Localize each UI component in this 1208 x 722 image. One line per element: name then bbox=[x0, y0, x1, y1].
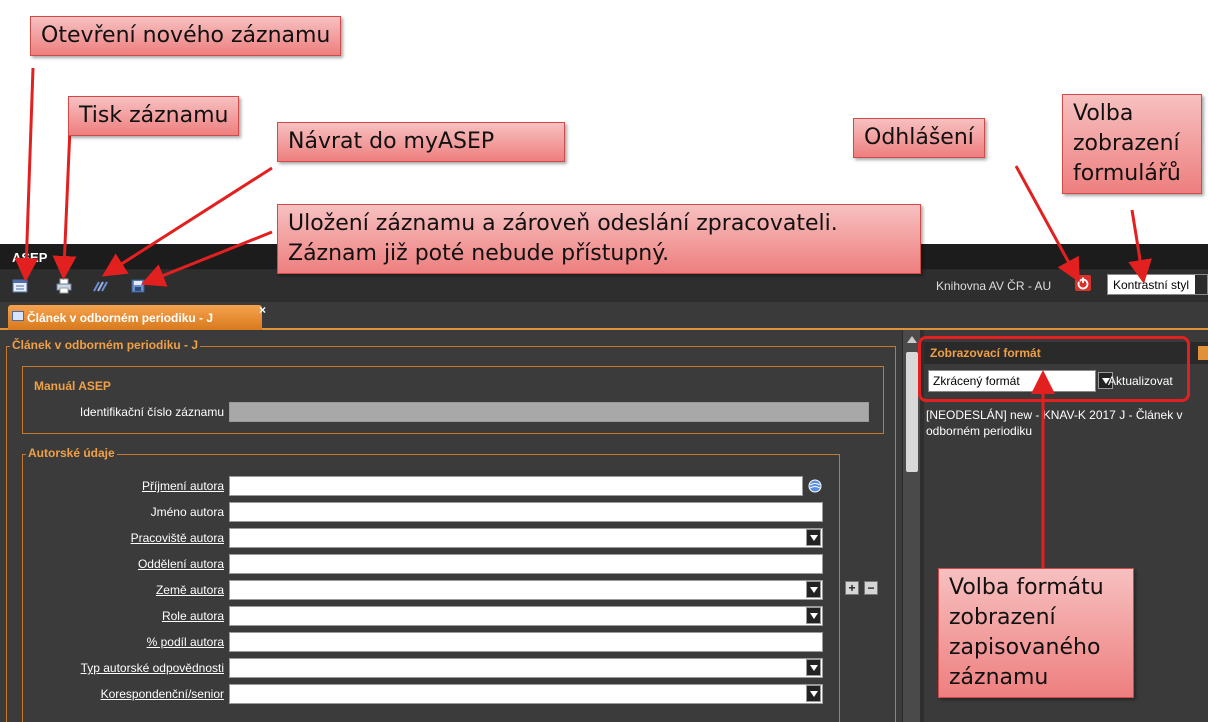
chevron-down-icon[interactable] bbox=[806, 607, 821, 624]
print-button[interactable] bbox=[54, 276, 74, 296]
callout-print: Tisk záznamu bbox=[68, 96, 240, 136]
firstname-input[interactable] bbox=[229, 502, 823, 522]
field-label-corresponding[interactable]: Korespondenční/senior bbox=[101, 687, 224, 701]
scroll-thumb[interactable] bbox=[906, 352, 918, 472]
tab-label: Článek v odborném periodiku - J bbox=[27, 311, 214, 325]
scroll-up-icon[interactable] bbox=[907, 336, 917, 343]
myasep-return-icon bbox=[93, 281, 108, 292]
chevron-down-icon[interactable] bbox=[806, 529, 821, 546]
manual-legend: Manuál ASEP bbox=[34, 379, 111, 393]
field-label-responsibility[interactable]: Typ autorské odpovědnosti bbox=[81, 661, 224, 675]
field-label-role[interactable]: Role autora bbox=[162, 609, 224, 623]
chevron-down-icon[interactable] bbox=[806, 581, 821, 598]
new-record-icon bbox=[12, 279, 28, 293]
share-input[interactable] bbox=[229, 632, 823, 652]
collapse-icon[interactable] bbox=[1198, 346, 1208, 360]
close-icon[interactable]: × bbox=[259, 303, 266, 317]
add-author-button[interactable]: + bbox=[845, 581, 859, 595]
format-highlight-box bbox=[918, 336, 1190, 402]
callout-logout: Odhlášení bbox=[853, 118, 985, 158]
chevron-down-icon[interactable] bbox=[806, 659, 821, 676]
responsibility-select[interactable] bbox=[229, 658, 823, 678]
callout-format: Volba formátu zobrazení zapisovaného záz… bbox=[938, 568, 1134, 698]
callout-form-style: Volba zobrazení formulářů bbox=[1062, 94, 1202, 194]
outer-legend: Článek v odborném periodiku - J bbox=[10, 338, 201, 352]
record-preview: [NEODESLÁN] new - KNAV-K 2017 J - Článek… bbox=[926, 408, 1183, 438]
manual-fieldset bbox=[22, 366, 884, 434]
form-style-value: Kontrastní styl bbox=[1113, 278, 1190, 292]
library-name: Knihovna AV ČR - AU bbox=[936, 279, 1052, 293]
chevron-down-icon[interactable] bbox=[1195, 275, 1207, 294]
print-icon bbox=[56, 278, 72, 294]
field-label-surname[interactable]: Příjmení autora bbox=[142, 479, 224, 493]
new-record-button[interactable] bbox=[10, 276, 30, 296]
arrow-new-record bbox=[14, 67, 39, 282]
country-select[interactable] bbox=[229, 580, 823, 600]
document-icon bbox=[12, 311, 24, 321]
author-legend: Autorské údaje bbox=[26, 446, 117, 460]
workplace-select[interactable] bbox=[229, 528, 823, 548]
logout-button[interactable] bbox=[1074, 274, 1092, 292]
form-panel: Článek v odborném periodiku - J Manuál A… bbox=[0, 332, 902, 722]
tab-strip: Článek v odborném periodiku - J × bbox=[0, 302, 1208, 330]
tab-article[interactable]: Článek v odborném periodiku - J × bbox=[8, 303, 266, 330]
globe-icon bbox=[808, 479, 822, 493]
chevron-down-icon[interactable] bbox=[806, 685, 821, 702]
lookup-button[interactable] bbox=[807, 478, 823, 494]
remove-author-button[interactable]: − bbox=[864, 581, 878, 595]
screenshot-stage: ASEP Knihovna AV ČR - AU Kontrastní styl bbox=[0, 0, 1208, 722]
callout-save: Uložení záznamu a zároveň odeslání zprac… bbox=[277, 204, 921, 274]
department-input[interactable] bbox=[229, 554, 823, 574]
field-label-workplace[interactable]: Pracoviště autora bbox=[131, 531, 224, 545]
power-icon bbox=[1075, 275, 1091, 291]
corresponding-select[interactable] bbox=[229, 684, 823, 704]
app-title: ASEP bbox=[12, 250, 48, 265]
save-send-button[interactable] bbox=[128, 276, 148, 296]
field-label-country[interactable]: Země autora bbox=[156, 583, 224, 597]
field-label-department[interactable]: Oddělení autora bbox=[138, 557, 224, 571]
id-label: Identifikační číslo záznamu bbox=[79, 405, 224, 419]
callout-myasep: Návrat do myASEP bbox=[277, 122, 565, 162]
myasep-button[interactable] bbox=[90, 276, 110, 296]
field-label-share[interactable]: % podíl autora bbox=[147, 635, 224, 649]
callout-new-record: Otevření nového záznamu bbox=[30, 16, 342, 56]
id-field[interactable] bbox=[229, 402, 869, 422]
surname-input[interactable] bbox=[229, 476, 803, 496]
field-label-firstname: Jméno autora bbox=[150, 505, 224, 519]
role-select[interactable] bbox=[229, 606, 823, 626]
form-style-select[interactable]: Kontrastní styl bbox=[1107, 274, 1208, 295]
save-send-icon bbox=[131, 279, 145, 293]
